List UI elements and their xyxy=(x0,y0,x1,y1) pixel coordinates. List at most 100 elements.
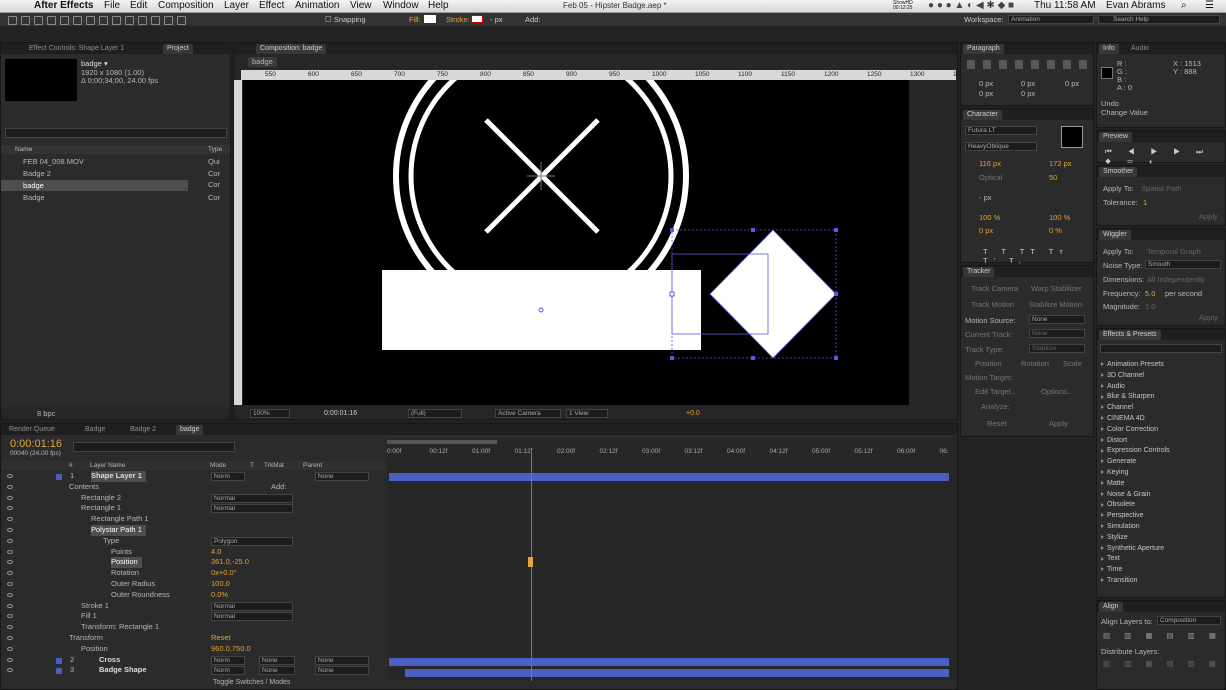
disclosure-triangle-icon[interactable] xyxy=(1101,426,1104,431)
disclosure-triangle-icon[interactable] xyxy=(1101,502,1104,507)
font-style-select[interactable]: HeavyOblique xyxy=(965,142,1037,151)
bpc-label[interactable]: 8 bpc xyxy=(37,409,55,418)
trkmat-select[interactable]: None xyxy=(259,666,295,676)
visibility-eye-icon[interactable] xyxy=(7,484,13,489)
property-row[interactable]: Contents Add: xyxy=(1,482,385,493)
effect-category[interactable]: Channel xyxy=(1097,402,1219,413)
current-track-select[interactable]: None xyxy=(1029,329,1085,338)
menu-layer[interactable]: Layer xyxy=(224,0,249,11)
property-row[interactable]: Type Polygon xyxy=(1,536,385,547)
rotation-checkbox[interactable]: Rotation xyxy=(1021,359,1049,368)
work-area-bar[interactable] xyxy=(387,440,497,444)
brush-tool-icon[interactable] xyxy=(125,15,134,25)
tool-icons[interactable] xyxy=(8,15,190,25)
disclosure-triangle-icon[interactable] xyxy=(1101,534,1104,539)
bbox-handle[interactable] xyxy=(834,356,838,360)
layer-bar[interactable] xyxy=(389,473,949,481)
property-row[interactable]: Position 960.0,750.0 xyxy=(1,644,385,655)
bbox-handle[interactable] xyxy=(834,228,838,232)
visibility-eye-icon[interactable] xyxy=(7,506,13,511)
project-search-input[interactable] xyxy=(5,128,227,138)
visibility-eye-icon[interactable] xyxy=(7,668,13,673)
magnitude-value[interactable]: 1.0 xyxy=(1145,302,1155,311)
motion-source-select[interactable]: None xyxy=(1029,315,1085,324)
baseline-shift[interactable]: 0 px xyxy=(979,226,993,235)
effect-category[interactable]: CINEMA 4D xyxy=(1097,413,1219,424)
pen-tool-icon[interactable] xyxy=(99,15,108,25)
blend-mode-select[interactable]: Normal xyxy=(211,612,293,622)
visibility-eye-icon[interactable] xyxy=(7,582,13,586)
menu-effect[interactable]: Effect xyxy=(259,0,284,11)
blend-mode-select[interactable]: Normal xyxy=(211,601,293,611)
layer-name[interactable]: Position xyxy=(111,557,142,569)
layer-row[interactable]: 3 Badge Shape Norm None None xyxy=(1,665,385,676)
disclosure-triangle-icon[interactable] xyxy=(1101,448,1104,453)
layer-name[interactable]: Rectangle 1 xyxy=(81,503,125,514)
tab-render-queue[interactable]: Render Queue xyxy=(5,425,59,435)
comp-breadcrumb[interactable]: badge xyxy=(248,57,277,67)
effect-category[interactable]: Keying xyxy=(1097,467,1219,478)
current-time[interactable]: 0:00:01:16 xyxy=(10,438,62,450)
blend-mode-select[interactable]: Norm xyxy=(211,472,245,481)
clone-tool-icon[interactable] xyxy=(138,15,147,25)
selection-tool-icon[interactable] xyxy=(8,15,17,25)
tab-paragraph[interactable]: Paragraph xyxy=(963,44,1004,54)
space-before[interactable]: 0 px xyxy=(979,89,993,98)
effect-category[interactable]: Simulation xyxy=(1097,521,1219,532)
font-size[interactable]: 116 px xyxy=(979,159,1001,168)
indent-left[interactable]: 0 px xyxy=(979,79,993,88)
disclosure-triangle-icon[interactable] xyxy=(1101,491,1104,496)
property-value[interactable]: Polygon xyxy=(211,536,293,546)
property-row[interactable]: Rectangle 2 Normal xyxy=(1,493,385,504)
tab-info[interactable]: Info xyxy=(1099,44,1119,54)
property-row[interactable]: Points 4.0 xyxy=(1,547,385,558)
tab-smoother[interactable]: Smoother xyxy=(1099,167,1138,177)
spotlight-icon[interactable]: ⌕ xyxy=(1181,0,1187,11)
property-row[interactable]: Rectangle 1 Normal xyxy=(1,503,385,514)
blend-mode-select[interactable]: Normal xyxy=(211,504,293,514)
layer-name[interactable]: Polystar Path 1 xyxy=(91,525,146,536)
keyframe-marker[interactable] xyxy=(528,557,533,567)
property-row[interactable]: Rotation 0x+0.0° xyxy=(1,568,385,579)
time-ruler[interactable]: 0:00f 00:12f 01:00f 01:12f 02:00f 02:12f 03:00… xyxy=(387,446,952,458)
layer-name[interactable]: Stroke 1 xyxy=(81,601,113,612)
layer-name[interactable]: Shape Layer 1 xyxy=(91,471,146,482)
col-name[interactable]: Name xyxy=(15,146,32,153)
align-to-select[interactable]: Composition xyxy=(1157,616,1221,625)
tracker-reset-button[interactable]: Reset xyxy=(987,419,1007,428)
font-family-select[interactable]: Futura LT xyxy=(965,126,1037,135)
effect-category[interactable]: Expression Controls xyxy=(1097,445,1219,456)
layer-name[interactable]: Position xyxy=(81,644,112,655)
layer-name[interactable]: Transform xyxy=(69,633,107,644)
horizontal-scale[interactable]: 100 % xyxy=(1049,213,1070,222)
project-item[interactable]: badge xyxy=(1,180,188,191)
property-value[interactable]: 960.0,750.0 xyxy=(211,644,251,655)
frequency-value[interactable]: 5.0 xyxy=(1145,289,1155,298)
visibility-eye-icon[interactable] xyxy=(7,625,13,630)
tab-badge[interactable]: Badge xyxy=(81,425,109,435)
rotate-tool-icon[interactable] xyxy=(47,15,56,25)
align-buttons[interactable]: ▤ ▥ ▦ ▤ ▥ ▦ xyxy=(1103,631,1222,640)
label-color-swatch[interactable] xyxy=(56,474,62,480)
hand-tool-icon[interactable] xyxy=(21,15,30,25)
comp-name[interactable]: badge ▾ xyxy=(81,59,108,68)
blend-mode-select[interactable]: Norm xyxy=(211,666,245,676)
visibility-eye-icon[interactable] xyxy=(7,571,13,576)
composition-viewer[interactable] xyxy=(243,80,909,405)
visibility-eye-icon[interactable] xyxy=(7,495,13,500)
visibility-eye-icon[interactable] xyxy=(7,603,13,608)
vertical-scale[interactable]: 100 % xyxy=(979,213,1000,222)
col-layer-name[interactable]: Layer Name xyxy=(90,462,125,469)
tab-badge-comp[interactable]: badge xyxy=(176,425,204,435)
property-row[interactable]: Stroke 1 Normal xyxy=(1,601,385,612)
visibility-eye-icon[interactable] xyxy=(7,517,13,522)
property-value[interactable]: Reset xyxy=(211,633,231,644)
camera-select[interactable]: Active Camera xyxy=(495,409,561,418)
tab-audio[interactable]: Audio xyxy=(1127,44,1153,54)
effect-category[interactable]: Transition xyxy=(1097,575,1219,586)
effect-category[interactable]: Color Correction xyxy=(1097,424,1219,435)
eraser-tool-icon[interactable] xyxy=(151,15,160,25)
visibility-eye-icon[interactable] xyxy=(7,636,13,640)
warp-stabilizer-button[interactable]: Warp Stabilizer xyxy=(1031,284,1082,293)
label-color-swatch[interactable] xyxy=(56,668,62,675)
